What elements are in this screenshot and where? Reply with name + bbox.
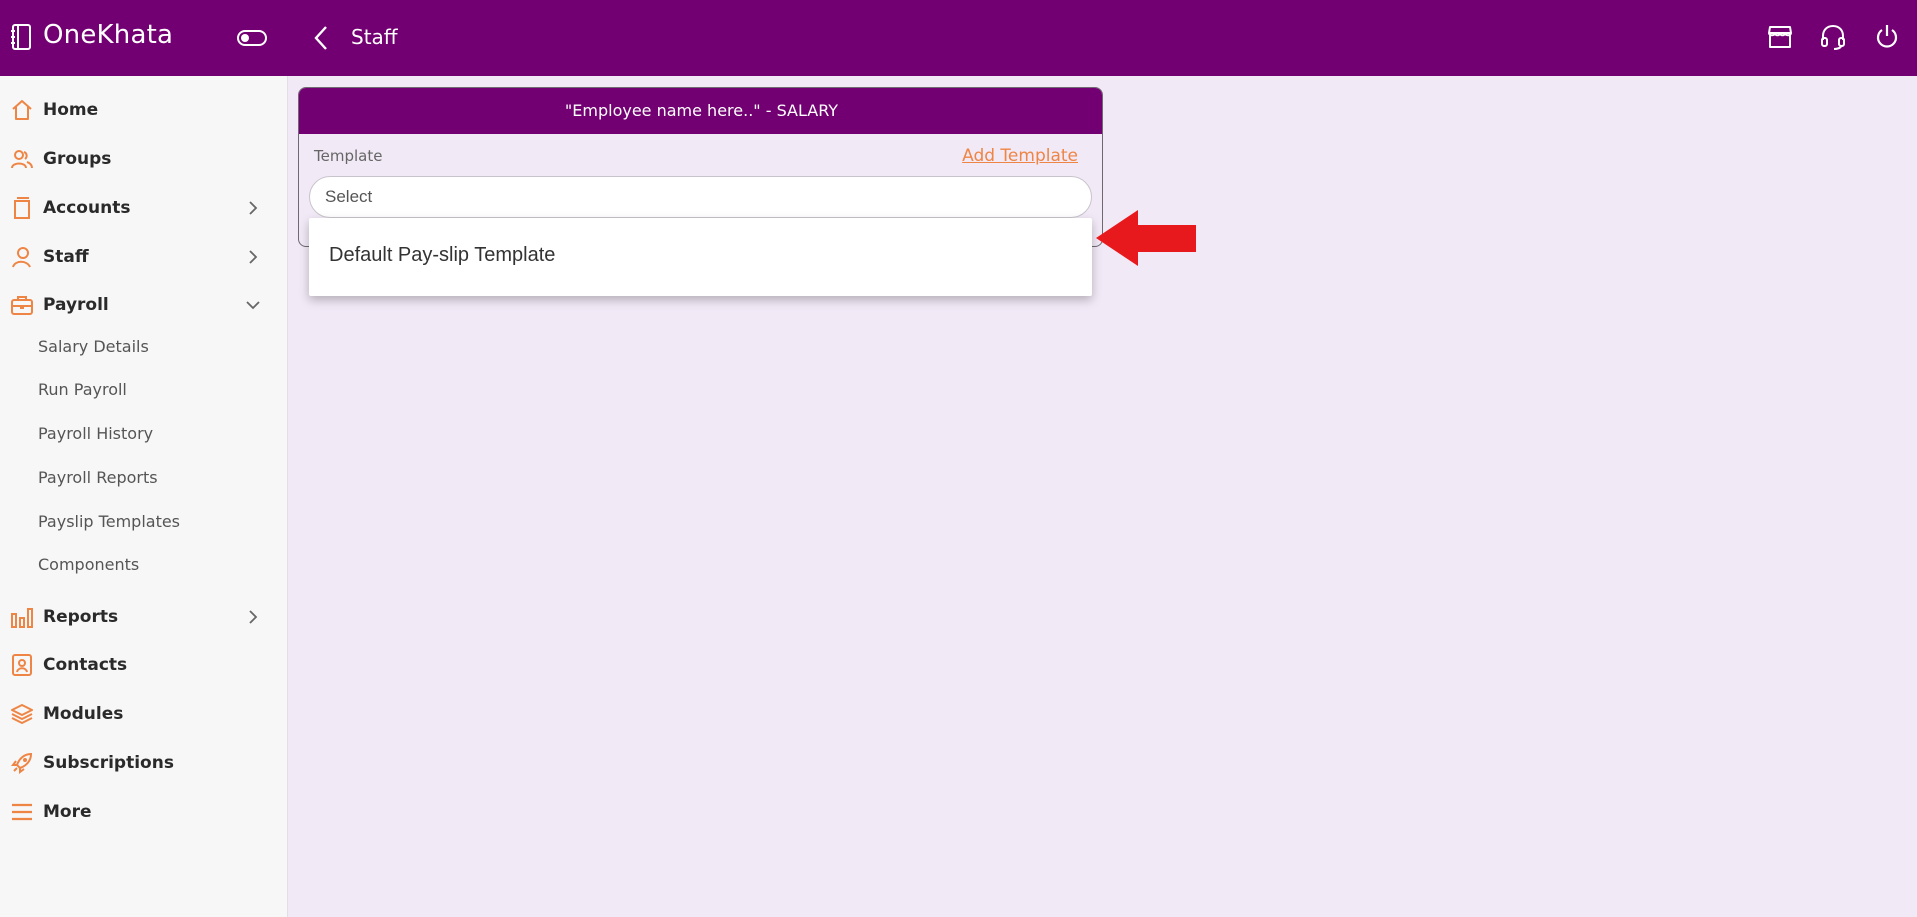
sidebar-item-label: Contacts [43,655,128,675]
brand-bar: OneKhata [0,0,290,76]
bar-chart-icon [11,608,33,628]
layers-icon [11,704,33,724]
store-icon[interactable] [1767,24,1793,50]
sidebar-item-label: Subscriptions [43,753,174,773]
back-arrow-icon[interactable] [312,25,332,51]
app-name: OneKhata [43,20,174,50]
sidebar-item-label: Groups [43,149,112,169]
page-title: Staff [351,25,398,49]
contact-card-icon [12,654,32,676]
chevron-down-icon [246,301,260,310]
sidebar-item-home[interactable]: Home [0,90,288,130]
briefcase-icon [11,296,33,315]
notebook-icon [11,24,31,50]
power-icon[interactable] [1874,24,1900,50]
sidebar-subitem-payslip-templates[interactable]: Payslip Templates [38,512,180,531]
toggle-knob [241,34,249,42]
chevron-right-icon [249,201,258,215]
theme-toggle[interactable] [237,30,267,46]
sidebar-item-contacts[interactable]: Contacts [0,645,288,685]
sidebar-subitem-payroll-history[interactable]: Payroll History [38,424,153,443]
sidebar-item-groups[interactable]: Groups [0,139,288,179]
menu-icon [12,803,32,821]
sidebar-item-label: Staff [43,247,89,267]
add-template-link[interactable]: Add Template [962,146,1078,166]
template-select[interactable]: Select [309,176,1092,218]
sidebar-item-label: Accounts [43,198,131,218]
chevron-right-icon [249,250,258,264]
sidebar-item-label: Reports [43,607,119,627]
dropdown-option-default-payslip-template[interactable]: Default Pay-slip Template [329,244,555,267]
card-header: "Employee name here.." - SALARY [299,88,1102,134]
sidebar-item-reports[interactable]: Reports [0,597,288,637]
rocket-icon [11,752,33,774]
sidebar-subitem-salary-details[interactable]: Salary Details [38,337,149,356]
sidebar-item-label: Home [43,100,99,120]
sidebar-item-label: More [43,802,92,822]
sidebar-subitem-run-payroll[interactable]: Run Payroll [38,380,127,399]
sidebar-item-label: Payroll [43,295,109,315]
sidebar-item-accounts[interactable]: Accounts [0,188,288,228]
annotation-arrow-icon [1096,210,1196,266]
chevron-right-icon [249,610,258,624]
sidebar-subitem-components[interactable]: Components [38,555,139,574]
sidebar-item-staff[interactable]: Staff [0,237,288,277]
sidebar: OneKhata Home Groups Accounts Staff Payr… [0,0,290,917]
sidebar-item-payroll[interactable]: Payroll [0,285,288,325]
accounts-icon [14,197,30,219]
sidebar-subitem-payroll-reports[interactable]: Payroll Reports [38,468,158,487]
sidebar-item-label: Modules [43,704,124,724]
template-dropdown: Default Pay-slip Template [309,218,1092,296]
sidebar-item-more[interactable]: More [0,792,288,832]
sidebar-item-subscriptions[interactable]: Subscriptions [0,743,288,783]
groups-icon [11,150,33,169]
sidebar-item-modules[interactable]: Modules [0,694,288,734]
home-icon [12,100,32,120]
top-bar: Staff [290,0,1917,76]
template-label: Template [314,147,383,165]
headset-icon[interactable] [1820,24,1846,50]
staff-icon [12,247,31,268]
